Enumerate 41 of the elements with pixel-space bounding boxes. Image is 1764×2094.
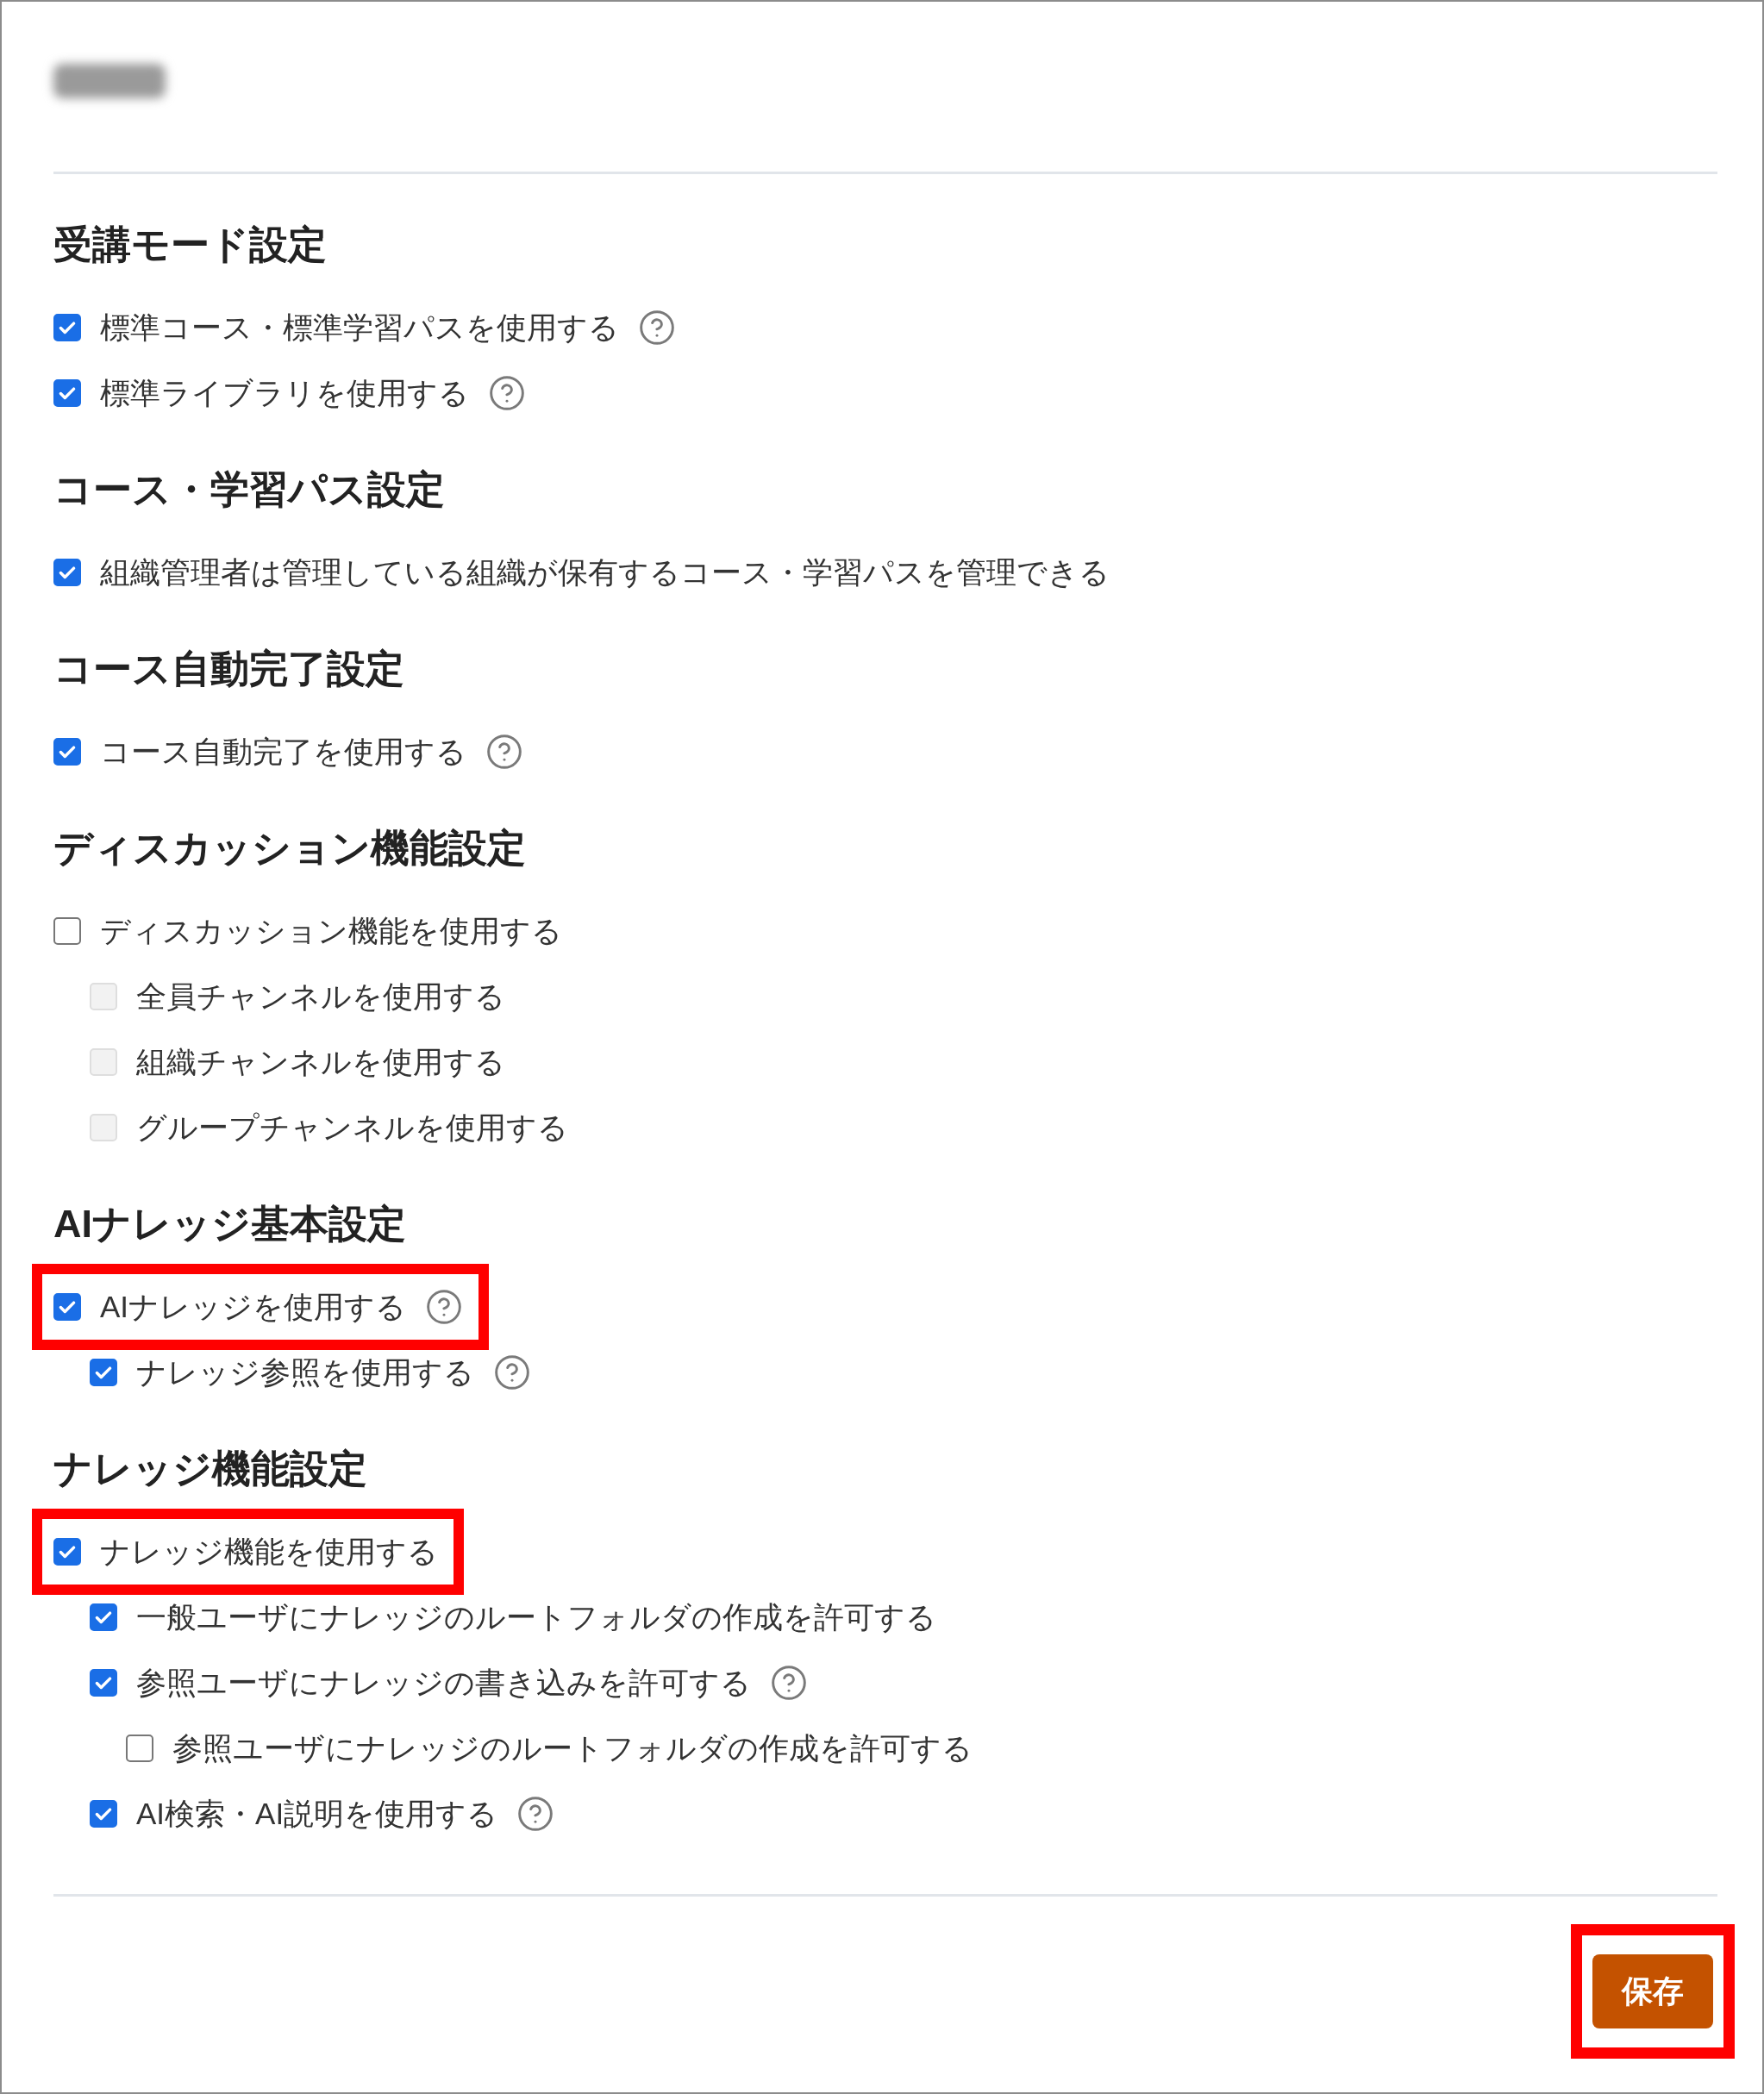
option-label: グループチャンネルを使用する (136, 1109, 568, 1146)
option-label: AIナレッジを使用する (100, 1288, 407, 1325)
option-label: 組織チャンネルを使用する (136, 1043, 505, 1080)
option-label: コース自動完了を使用する (100, 733, 466, 770)
checkbox[interactable] (53, 1293, 81, 1321)
section-heading: ディスカッション機能設定 (53, 825, 527, 872)
checkbox[interactable] (90, 1359, 117, 1386)
checkbox[interactable] (53, 917, 81, 945)
option-label: 一般ユーザにナレッジのルートフォルダの作成を許可する (136, 1598, 936, 1635)
option-label: ナレッジ参照を使用する (136, 1353, 474, 1391)
section-heading: ナレッジ機能設定 (53, 1446, 368, 1493)
help-icon[interactable] (493, 1353, 531, 1391)
help-icon[interactable] (485, 733, 523, 771)
option-label: 参照ユーザにナレッジのルートフォルダの作成を許可する (172, 1729, 973, 1766)
help-icon[interactable] (488, 374, 526, 412)
section-heading: 受講モード設定 (53, 222, 328, 269)
option-label: 標準ライブラリを使用する (100, 374, 469, 411)
save-button[interactable]: 保存 (1592, 1954, 1713, 2028)
option-label: ディスカッション機能を使用する (100, 912, 562, 949)
help-icon[interactable] (770, 1664, 808, 1702)
help-icon[interactable] (516, 1795, 555, 1833)
checkbox[interactable] (53, 379, 81, 407)
option-label: AI検索・AI説明を使用する (136, 1795, 498, 1832)
checkbox[interactable] (53, 738, 81, 766)
option-label: 標準コース・標準学習パスを使用する (100, 309, 619, 346)
checkbox[interactable] (126, 1735, 153, 1762)
option-label: 組織管理者は管理している組織が保有するコース・学習パスを管理できる (100, 553, 1110, 591)
checkbox[interactable] (53, 559, 81, 586)
section-heading: コース・学習パス設定 (53, 466, 446, 514)
checkbox[interactable] (90, 1800, 117, 1828)
checkbox[interactable] (53, 314, 81, 341)
help-icon[interactable] (638, 309, 676, 347)
option-label: 全員チャンネルを使用する (136, 978, 505, 1015)
section-heading: AIナレッジ基本設定 (53, 1201, 407, 1248)
checkbox[interactable] (90, 1669, 117, 1697)
section-heading: コース自動完了設定 (53, 646, 405, 693)
checkbox[interactable] (90, 1603, 117, 1631)
option-label: 参照ユーザにナレッジの書き込みを許可する (136, 1664, 751, 1701)
checkbox[interactable] (53, 1538, 81, 1566)
option-label: ナレッジ機能を使用する (100, 1533, 438, 1570)
help-icon[interactable] (425, 1288, 464, 1326)
